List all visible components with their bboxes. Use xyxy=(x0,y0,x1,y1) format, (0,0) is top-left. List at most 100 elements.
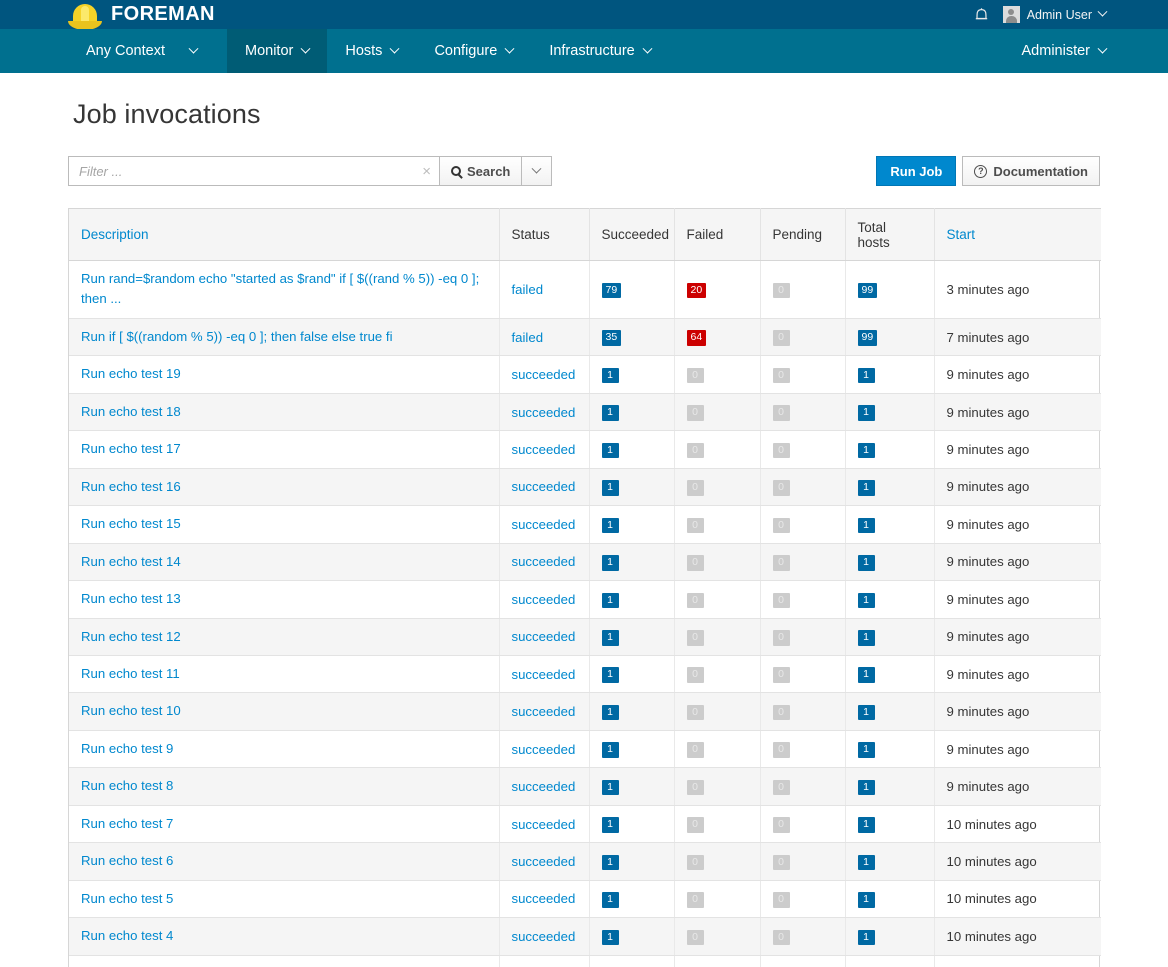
job-status-link[interactable]: succeeded xyxy=(512,479,576,494)
search-dropdown-button[interactable] xyxy=(522,156,552,186)
job-description-link[interactable]: Run echo test 10 xyxy=(81,703,181,718)
job-description-link[interactable]: Run echo test 7 xyxy=(81,816,173,831)
run-job-button[interactable]: Run Job xyxy=(876,156,956,186)
user-menu[interactable]: Admin User xyxy=(1003,6,1106,23)
run-job-label: Run Job xyxy=(890,164,942,179)
cell-pending: 0 xyxy=(760,468,845,505)
job-status-link[interactable]: succeeded xyxy=(512,929,576,944)
job-status-link[interactable]: failed xyxy=(512,282,544,297)
cell-status: succeeded xyxy=(499,730,589,767)
nav-item-any-context[interactable]: Any Context xyxy=(68,29,227,73)
job-description-link[interactable]: Run echo test 15 xyxy=(81,516,181,531)
job-status-link[interactable]: succeeded xyxy=(512,854,576,869)
nav-item-infrastructure[interactable]: Infrastructure xyxy=(531,29,668,73)
pending-badge: 0 xyxy=(773,518,790,534)
search-input[interactable] xyxy=(77,163,420,180)
cell-start: 9 minutes ago xyxy=(934,768,1101,805)
main-navigation-bar: Any Context Monitor Hosts Configure Infr… xyxy=(0,29,1168,73)
table-row: Run rand=$random echo "started as $rand"… xyxy=(69,261,1101,319)
search-group: × Search xyxy=(68,156,552,186)
job-description-link[interactable]: Run echo test 11 xyxy=(81,666,180,681)
job-status-link[interactable]: succeeded xyxy=(512,629,576,644)
cell-start: 7 minutes ago xyxy=(934,318,1101,355)
job-status-link[interactable]: succeeded xyxy=(512,891,576,906)
cell-pending: 0 xyxy=(760,655,845,692)
job-status-link[interactable]: succeeded xyxy=(512,742,576,757)
succeeded-badge: 1 xyxy=(602,405,619,421)
total-hosts-badge: 1 xyxy=(858,630,875,646)
job-status-link[interactable]: succeeded xyxy=(512,704,576,719)
job-description-link[interactable]: Run echo test 16 xyxy=(81,479,181,494)
table-row: Run echo test 6succeeded100110 minutes a… xyxy=(69,843,1101,880)
column-header-description-link[interactable]: Description xyxy=(81,227,149,242)
column-header-start[interactable]: Start xyxy=(934,209,1101,261)
total-hosts-badge: 1 xyxy=(858,742,875,758)
succeeded-badge: 1 xyxy=(602,667,619,683)
job-description-link[interactable]: Run echo test 13 xyxy=(81,591,181,606)
cell-description: Run echo test 19 xyxy=(69,356,499,393)
cell-start: 9 minutes ago xyxy=(934,393,1101,430)
failed-badge: 0 xyxy=(687,405,704,421)
job-status-link[interactable]: succeeded xyxy=(512,517,576,532)
cell-pending: 0 xyxy=(760,356,845,393)
job-status-link[interactable]: succeeded xyxy=(512,817,576,832)
job-description-link[interactable]: Run echo test 17 xyxy=(81,441,181,456)
job-description-link[interactable]: Run echo test 5 xyxy=(81,891,173,906)
job-status-link[interactable]: succeeded xyxy=(512,667,576,682)
job-invocations-table-card: Description Status Succeeded Failed Pend… xyxy=(68,208,1100,967)
job-description-link[interactable]: Run echo test 4 xyxy=(81,928,173,943)
job-status-link[interactable]: succeeded xyxy=(512,405,576,420)
column-header-description[interactable]: Description xyxy=(69,209,499,261)
job-status-link[interactable]: succeeded xyxy=(512,779,576,794)
job-status-link[interactable]: succeeded xyxy=(512,592,576,607)
column-header-total-hosts: Total hosts xyxy=(845,209,934,261)
failed-badge: 0 xyxy=(687,930,704,946)
job-description-link[interactable]: Run echo test 14 xyxy=(81,554,181,569)
job-description-link[interactable]: Run echo test 18 xyxy=(81,404,181,419)
job-description-link[interactable]: Run echo test 12 xyxy=(81,629,181,644)
job-description-link[interactable]: Run echo test 9 xyxy=(81,741,173,756)
job-description-link[interactable]: Run rand=$random echo "started as $rand"… xyxy=(81,271,479,306)
nav-item-administer[interactable]: Administer xyxy=(1004,43,1107,59)
search-button[interactable]: Search xyxy=(440,156,522,186)
total-hosts-badge: 1 xyxy=(858,593,875,609)
table-row: Run echo test 4succeeded100110 minutes a… xyxy=(69,918,1101,955)
chevron-down-icon xyxy=(642,43,652,53)
cell-description: Run echo test 13 xyxy=(69,581,499,618)
nav-item-label: Hosts xyxy=(345,43,382,59)
nav-item-monitor[interactable]: Monitor xyxy=(227,29,327,73)
job-description-link[interactable]: Run echo test 8 xyxy=(81,778,173,793)
column-header-start-link[interactable]: Start xyxy=(947,227,976,242)
job-status-link[interactable]: failed xyxy=(512,330,544,345)
succeeded-badge: 1 xyxy=(602,630,619,646)
table-row: Run echo test 8succeeded10019 minutes ag… xyxy=(69,768,1101,805)
cell-status: succeeded xyxy=(499,805,589,842)
cell-description: Run echo test 4 xyxy=(69,918,499,955)
cell-description: Run echo test 15 xyxy=(69,506,499,543)
cell-total-hosts: 1 xyxy=(845,506,934,543)
failed-badge: 0 xyxy=(687,667,704,683)
cell-description: Run echo test 11 xyxy=(69,655,499,692)
nav-item-configure[interactable]: Configure xyxy=(416,29,531,73)
cell-start: 10 minutes ago xyxy=(934,843,1101,880)
documentation-button[interactable]: ? Documentation xyxy=(962,156,1100,186)
cell-pending: 0 xyxy=(760,431,845,468)
pending-badge: 0 xyxy=(773,892,790,908)
table-row: Run echo test 19succeeded10019 minutes a… xyxy=(69,356,1101,393)
job-description-link[interactable]: Run if [ $((random % 5)) -eq 0 ]; then f… xyxy=(81,329,393,344)
job-description-link[interactable]: Run echo test 6 xyxy=(81,853,173,868)
failed-badge: 20 xyxy=(687,283,707,299)
job-description-link[interactable]: Run echo test 19 xyxy=(81,366,181,381)
cell-total-hosts: 1 xyxy=(845,431,934,468)
failed-badge: 0 xyxy=(687,443,704,459)
succeeded-badge: 1 xyxy=(602,930,619,946)
succeeded-badge: 1 xyxy=(602,480,619,496)
job-status-link[interactable]: succeeded xyxy=(512,367,576,382)
job-status-link[interactable]: succeeded xyxy=(512,442,576,457)
cell-total-hosts: 1 xyxy=(845,918,934,955)
clear-icon[interactable]: × xyxy=(420,164,433,179)
cell-start: 10 minutes ago xyxy=(934,955,1101,967)
nav-item-hosts[interactable]: Hosts xyxy=(327,29,416,73)
job-status-link[interactable]: succeeded xyxy=(512,554,576,569)
bell-icon[interactable] xyxy=(974,7,989,23)
